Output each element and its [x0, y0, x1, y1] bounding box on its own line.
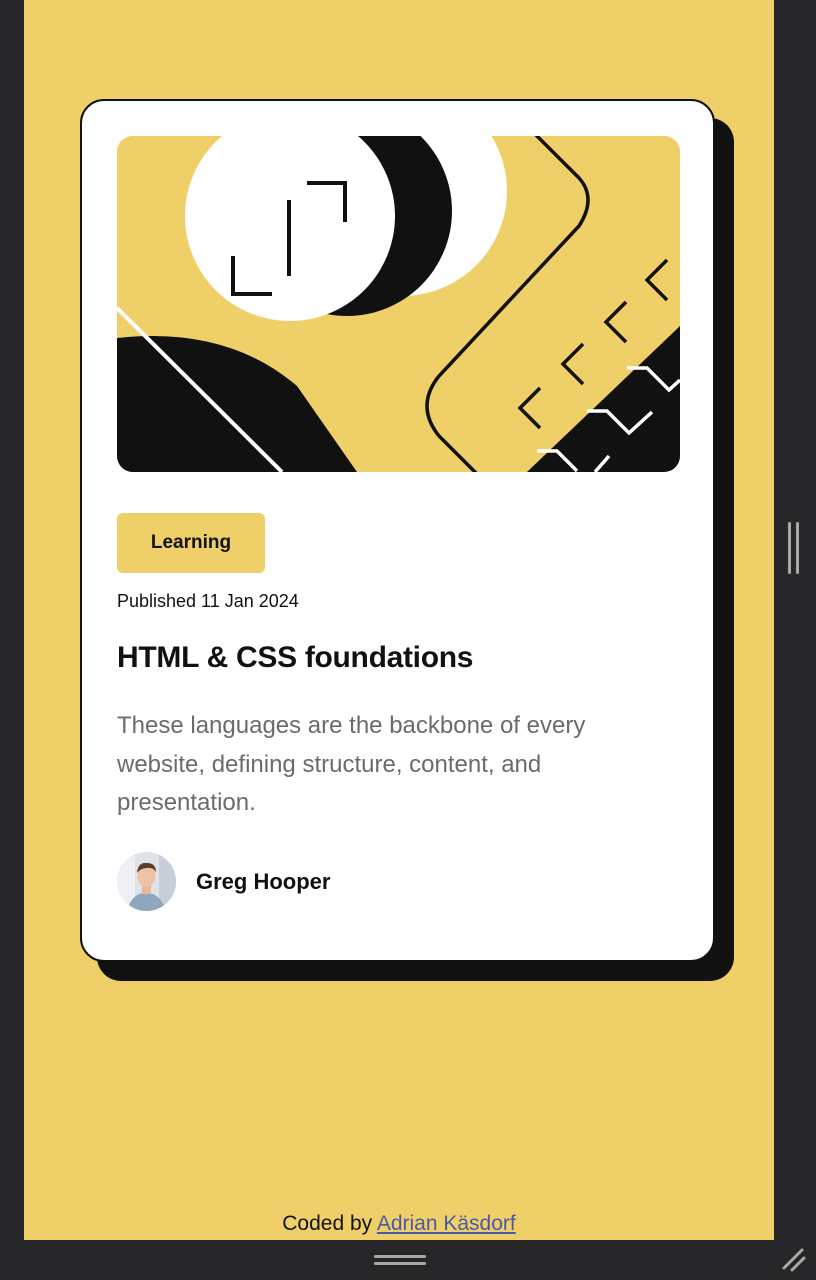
- side-drag-handle-icon[interactable]: [788, 522, 800, 574]
- card-title[interactable]: HTML & CSS foundations: [117, 641, 473, 675]
- card-description: These languages are the backbone of ever…: [117, 712, 586, 816]
- author-avatar: [117, 852, 176, 911]
- attribution-footer: Coded by Adrian Käsdorf: [24, 1212, 774, 1236]
- author-name: Greg Hooper: [196, 868, 331, 894]
- hero-illustration: [117, 136, 680, 472]
- blog-preview-card: Learning Published 11 Jan 2024 HTML & CS…: [80, 99, 715, 962]
- resize-grip-icon[interactable]: [780, 1246, 808, 1274]
- category-tag: Learning: [117, 513, 265, 573]
- bottom-drag-handle-icon[interactable]: [374, 1255, 426, 1267]
- published-date: Published 11 Jan 2024: [117, 591, 299, 611]
- attribution-link[interactable]: Adrian Käsdorf: [377, 1212, 516, 1235]
- author: Greg Hooper: [117, 852, 330, 911]
- page-viewport: Learning Published 11 Jan 2024 HTML & CS…: [24, 0, 774, 1240]
- attribution-prefix: Coded by: [282, 1212, 377, 1235]
